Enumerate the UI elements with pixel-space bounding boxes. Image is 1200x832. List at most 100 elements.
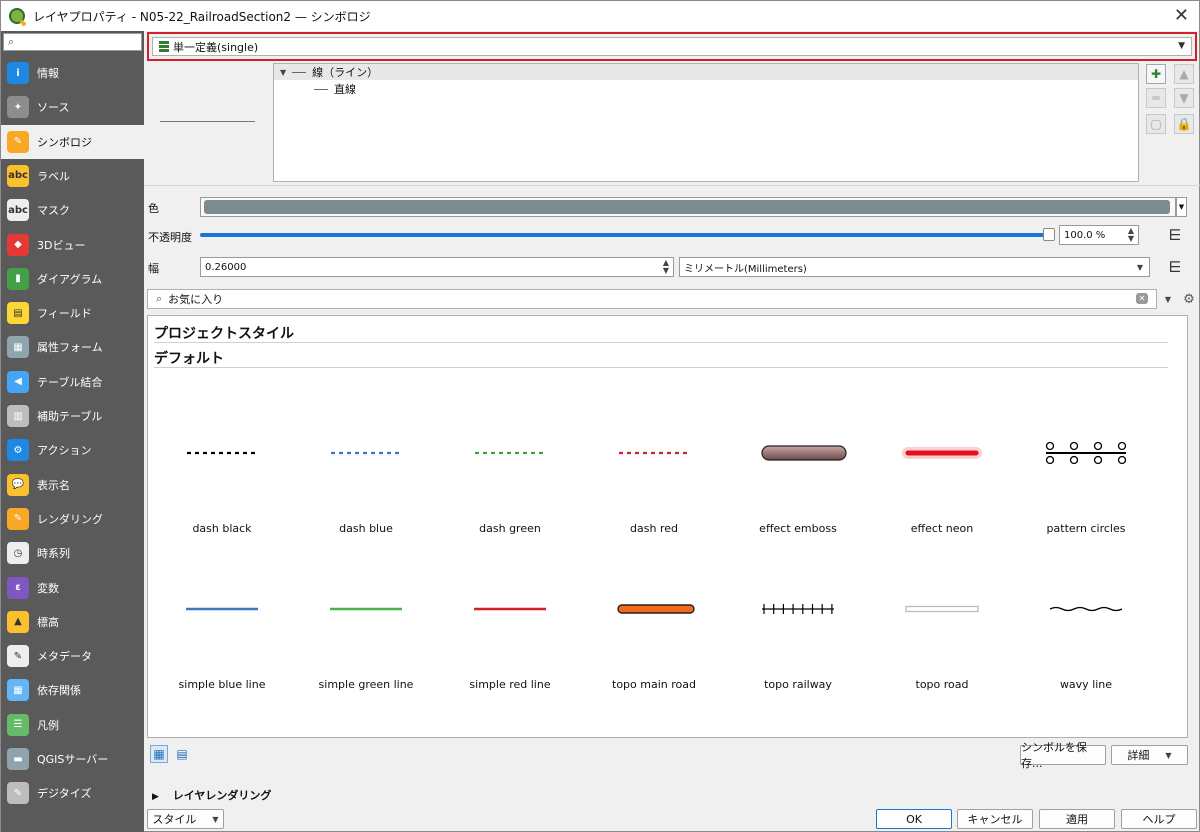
symbol-item[interactable]: topo railway [726, 567, 870, 723]
ok-button[interactable]: OK [876, 809, 952, 829]
sidebar-item[interactable]: ◷ 時系列 [1, 536, 144, 570]
lock-layer-button[interactable]: 🔒 [1174, 114, 1194, 134]
width-spinbox[interactable]: 0.26000 ▲ ▼ [200, 257, 674, 277]
chevron-down-icon: ▼ [1136, 263, 1143, 272]
rendering-brush-icon: ✎ [7, 507, 29, 530]
sidebar-item[interactable]: ▥ 補助テーブル [1, 399, 144, 433]
renderer-dropdown-field[interactable]: 単一定義(single) ▼ [152, 37, 1192, 56]
tree-row-line-symbol[interactable]: ▼ 線（ライン） [274, 64, 1138, 80]
symbol-item[interactable]: effect emboss [726, 411, 870, 567]
layer-rendering-toggle[interactable]: ▶ レイヤレンダリング [152, 787, 271, 803]
list-view-icon[interactable]: ▤ [173, 745, 191, 763]
symbol-item[interactable]: dash red [582, 411, 726, 567]
variables-icon: ε [7, 576, 29, 599]
unit-value: ミリメートル(Millimeters) [684, 263, 807, 275]
symbol-layer-tree[interactable]: ▼ 線（ライン） 直線 [273, 63, 1139, 182]
sidebar-item[interactable]: ☰ 凡例 [1, 708, 144, 742]
symbology-panel: 単一定義(single) ▼ ▼ 線（ライン） 直線 ✚ ▲ ═ ▼ ▢ 🔒 色 [144, 31, 1200, 832]
advanced-button[interactable]: 詳細 ▼ [1111, 745, 1188, 765]
style-label: スタイル [152, 813, 197, 826]
sidebar-item[interactable]: ⚙ アクション [1, 433, 144, 467]
symbol-preview [160, 121, 255, 122]
spin-arrows-icon[interactable]: ▲ ▼ [663, 259, 669, 275]
add-symbol-layer-button[interactable]: ✚ [1146, 64, 1166, 84]
opacity-spinbox[interactable]: 100.0 % ▲ ▼ [1059, 225, 1139, 245]
sidebar-item-label: 属性フォーム [37, 341, 103, 355]
sidebar-item[interactable]: ◀ テーブル結合 [1, 365, 144, 399]
library-search-input[interactable]: ⌕ お気に入り ✕ [147, 289, 1157, 309]
expand-arrow-icon: ▶ [152, 792, 159, 802]
library-filter-dropdown[interactable]: ▼ [1159, 289, 1177, 309]
section-project-styles: プロジェクトスタイル [154, 326, 294, 342]
color-button[interactable] [200, 197, 1176, 217]
sidebar-item[interactable]: ▦ 依存関係 [1, 673, 144, 707]
symbol-item[interactable]: dash blue [294, 411, 438, 567]
symbol-name: wavy line [1059, 678, 1113, 691]
remove-symbol-layer-button[interactable]: ═ [1146, 88, 1166, 108]
spin-arrows-icon[interactable]: ▲ ▼ [1128, 227, 1134, 243]
tree-row-simple-line[interactable]: 直線 [308, 81, 356, 97]
sidebar-item[interactable]: i 情報 [1, 56, 144, 90]
symbol-name: dash blue [339, 522, 393, 535]
source-wrench-icon: ✦ [7, 96, 29, 119]
symbol-item[interactable]: pattern circles [1014, 411, 1158, 567]
sidebar-item[interactable]: ✎ メタデータ [1, 639, 144, 673]
opacity-slider[interactable] [200, 233, 1048, 237]
sidebar-item[interactable]: 💬 表示名 [1, 468, 144, 502]
sidebar-item[interactable]: ▬ QGISサーバー [1, 742, 144, 776]
sidebar-item[interactable]: ε 変数 [1, 571, 144, 605]
data-defined-override-icon[interactable]: ⋿ [1164, 258, 1186, 276]
apply-button[interactable]: 適用 [1039, 809, 1115, 829]
help-button[interactable]: ヘルプ [1121, 809, 1197, 829]
sidebar-item[interactable]: abc ラベル [1, 159, 144, 193]
symbol-item[interactable]: wavy line [1014, 567, 1158, 723]
unit-dropdown[interactable]: ミリメートル(Millimeters) ▼ [679, 257, 1150, 277]
clear-icon[interactable]: ✕ [1136, 293, 1148, 304]
qgis-logo-icon [9, 8, 25, 24]
symbol-name: effect emboss [759, 522, 837, 535]
sidebar-item-label: 表示名 [37, 478, 70, 492]
symbol-item[interactable]: dash black [150, 411, 294, 567]
sidebar-item[interactable]: ▲ 標高 [1, 605, 144, 639]
icon-view-icon[interactable]: ▦ [150, 745, 168, 763]
symbol-item[interactable]: simple blue line [150, 567, 294, 723]
symbol-name: dash red [630, 522, 678, 535]
sidebar-item[interactable]: ✎ デジタイズ [1, 776, 144, 810]
cancel-button[interactable]: キャンセル [957, 809, 1033, 829]
style-manager-icon[interactable]: ⚙ [1180, 289, 1198, 309]
sidebar-item-label: ソース [37, 101, 70, 115]
symbol-library: プロジェクトスタイル デフォルト dash black dash blue dash… [147, 315, 1188, 738]
opacity-slider-handle[interactable] [1043, 228, 1055, 241]
symbol-item[interactable]: topo road [870, 567, 1014, 723]
duplicate-layer-button[interactable]: ▢ [1146, 114, 1166, 134]
close-icon[interactable]: ✕ [1174, 5, 1189, 26]
symbol-item[interactable]: simple red line [438, 567, 582, 723]
move-up-button[interactable]: ▲ [1174, 64, 1194, 84]
symbol-preview-icon [1045, 441, 1127, 465]
save-symbol-label: シンボルを保存... [1021, 741, 1087, 770]
sidebar-item[interactable]: ◆ 3Dビュー [1, 228, 144, 262]
renderer-dropdown[interactable]: 単一定義(single) ▼ [147, 32, 1197, 61]
sidebar-item-label: テーブル結合 [37, 375, 103, 389]
sidebar-item[interactable]: abc マスク [1, 193, 144, 227]
sidebar-item[interactable]: ▤ フィールド [1, 296, 144, 330]
style-button[interactable]: スタイル ▼ [147, 809, 224, 829]
data-defined-override-icon[interactable]: ⋿ [1164, 226, 1186, 244]
search-icon: ⌕ [156, 292, 163, 305]
symbol-item[interactable]: effect neon [870, 411, 1014, 567]
symbol-preview-icon [1049, 606, 1123, 612]
sidebar-item[interactable]: ✦ ソース [1, 90, 144, 124]
expand-arrow-icon[interactable]: ▼ [280, 68, 286, 77]
symbol-item[interactable]: simple green line [294, 567, 438, 723]
sidebar-item[interactable]: ✎ シンボロジ [1, 124, 144, 159]
sidebar-item[interactable]: ▮ ダイアグラム [1, 262, 144, 296]
sidebar-item[interactable]: ▦ 属性フォーム [1, 330, 144, 364]
move-down-button[interactable]: ▼ [1174, 88, 1194, 108]
color-menu-button[interactable]: ▼ [1176, 197, 1187, 217]
symbol-item[interactable]: topo main road [582, 567, 726, 723]
save-symbol-button[interactable]: シンボルを保存... [1020, 741, 1106, 770]
sidebar-item[interactable]: ✎ レンダリング [1, 502, 144, 536]
sidebar-search-input[interactable]: ⌕ [3, 33, 142, 51]
symbol-name: topo road [915, 678, 969, 691]
symbol-item[interactable]: dash green [438, 411, 582, 567]
